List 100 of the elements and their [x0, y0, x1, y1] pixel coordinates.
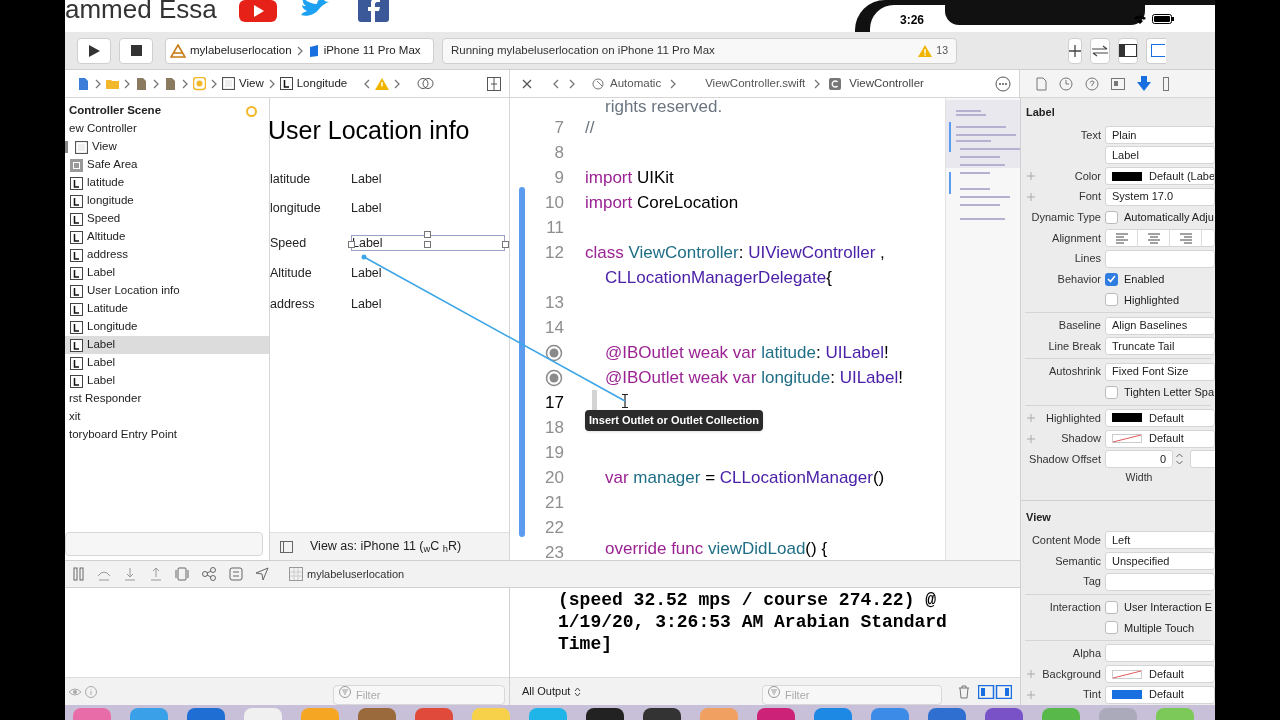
chevron-right-icon[interactable]: [393, 77, 402, 90]
filter-field[interactable]: [65, 532, 263, 556]
outline-item[interactable]: User Location info: [65, 282, 269, 300]
location-arrow-icon[interactable]: [255, 567, 269, 581]
device-frame-icon[interactable]: [280, 540, 293, 553]
pause-icon[interactable]: [73, 567, 85, 581]
color-dropdown[interactable]: Default: [1105, 685, 1215, 704]
file-icon[interactable]: [77, 76, 90, 91]
identity-icon[interactable]: [1111, 77, 1125, 90]
outline-item[interactable]: Safe Area: [65, 156, 269, 174]
checkbox[interactable]: User Interaction E: [1105, 598, 1215, 616]
dropdown[interactable]: Fixed Font Size: [1105, 362, 1215, 381]
environment-icon[interactable]: [229, 567, 243, 581]
symbol-name[interactable]: ViewController: [849, 74, 924, 93]
number-field[interactable]: [1190, 450, 1215, 469]
color-dropdown[interactable]: Default: [1105, 408, 1215, 427]
outlet-circle-icon[interactable]: [545, 343, 563, 362]
color-dropdown[interactable]: Default: [1105, 665, 1215, 684]
value-label[interactable]: Label: [351, 198, 382, 218]
input-field[interactable]: [1105, 644, 1215, 663]
input-field[interactable]: Label: [1105, 146, 1215, 165]
dropdown[interactable]: Left: [1105, 531, 1215, 550]
step-in-icon[interactable]: [123, 567, 137, 581]
info-icon[interactable]: [85, 685, 97, 698]
close-icon[interactable]: [522, 78, 532, 89]
linked-circles-icon[interactable]: [592, 76, 606, 91]
checkbox[interactable]: Automatically Adju: [1105, 209, 1215, 226]
outline-item[interactable]: View: [65, 138, 269, 156]
align-center-icon[interactable]: [1146, 231, 1161, 245]
outline-item[interactable]: Longitude: [65, 318, 269, 336]
value-label[interactable]: Label: [351, 263, 382, 283]
ruler-icon[interactable]: [1163, 76, 1169, 91]
more-icon[interactable]: [995, 75, 1011, 92]
output-selector[interactable]: All Output: [522, 683, 582, 700]
memory-graph-icon[interactable]: [201, 567, 217, 581]
outline-item[interactable]: Label: [65, 354, 269, 372]
view-hierarchy-icon[interactable]: [175, 567, 189, 581]
outline-item[interactable]: Altitude: [65, 228, 269, 246]
back-icon[interactable]: [552, 77, 560, 90]
outline-item[interactable]: latitude: [65, 174, 269, 192]
resize-handle[interactable]: [348, 241, 355, 248]
input-field[interactable]: System 17.0: [1105, 187, 1215, 206]
overlap-circles-icon[interactable]: [417, 77, 436, 90]
input-field[interactable]: [1105, 249, 1215, 268]
path-item[interactable]: View: [239, 74, 264, 93]
editor-mode[interactable]: Automatic: [610, 74, 662, 93]
file-inspector-icon[interactable]: [1036, 76, 1047, 91]
device-name[interactable]: iPhone 11 Pro Max: [323, 41, 421, 60]
value-label[interactable]: Label: [351, 169, 382, 189]
forward-icon[interactable]: [568, 77, 576, 90]
scheme-name[interactable]: mylabeluserlocation: [190, 41, 292, 60]
outline-item[interactable]: Speed: [65, 210, 269, 228]
outline-item[interactable]: xit: [65, 408, 269, 426]
attributes-icon[interactable]: [1137, 75, 1151, 92]
filter-field[interactable]: Filter: [333, 684, 505, 705]
dropdown[interactable]: Align Baselines: [1105, 316, 1215, 335]
align-left-icon[interactable]: [1114, 231, 1129, 245]
outline-item[interactable]: toryboard Entry Point: [65, 426, 269, 444]
dropdown[interactable]: Plain: [1105, 125, 1215, 144]
outline-item[interactable]: ew Controller: [65, 120, 269, 138]
outline-item[interactable]: rst Responder: [65, 390, 269, 408]
trash-icon[interactable]: [958, 684, 970, 699]
step-out-icon[interactable]: [149, 567, 163, 581]
dropdown[interactable]: Unspecified: [1105, 551, 1215, 570]
resize-handle[interactable]: [502, 241, 509, 248]
number-field[interactable]: 0: [1105, 450, 1173, 469]
outline-item[interactable]: address: [65, 246, 269, 264]
warning-icon[interactable]: [375, 77, 390, 90]
input-field[interactable]: [1105, 572, 1215, 591]
eye-icon[interactable]: [69, 685, 81, 698]
filter-field[interactable]: Filter: [762, 684, 942, 705]
help-icon[interactable]: [1085, 76, 1099, 91]
dropdown[interactable]: Truncate Tail: [1105, 337, 1215, 356]
outline-item[interactable]: Controller Scene: [65, 102, 269, 120]
outline-item[interactable]: Label: [65, 336, 269, 354]
color-dropdown[interactable]: Default (Labe: [1105, 167, 1215, 186]
outline-item[interactable]: Latitude: [65, 300, 269, 318]
align-right-icon[interactable]: [1178, 231, 1193, 245]
split-view-icon[interactable]: [978, 684, 1012, 699]
panel-toggle-button[interactable]: [1146, 37, 1166, 64]
checkbox[interactable]: Multiple Touch: [1105, 619, 1215, 637]
outline-item[interactable]: Label: [65, 372, 269, 390]
outline-item[interactable]: longitude: [65, 192, 269, 210]
document-icon[interactable]: [135, 76, 148, 91]
color-dropdown[interactable]: Default: [1105, 429, 1215, 448]
checkbox[interactable]: Enabled: [1105, 271, 1215, 288]
checkbox[interactable]: Highlighted: [1105, 291, 1215, 309]
document-icon[interactable]: [164, 76, 177, 91]
scene-icon[interactable]: [193, 76, 206, 91]
run-button[interactable]: [77, 37, 111, 64]
path-item[interactable]: Longitude: [296, 74, 348, 93]
add-editor-icon[interactable]: [487, 76, 501, 91]
outlet-circle-icon[interactable]: [545, 368, 563, 387]
warning-count[interactable]: 13: [936, 42, 948, 59]
swap-button[interactable]: [1090, 37, 1110, 64]
stop-button[interactable]: [119, 37, 153, 64]
file-name[interactable]: ViewController.swift: [705, 74, 806, 93]
add-button[interactable]: [1068, 37, 1082, 64]
process-name[interactable]: mylabeluserlocation: [307, 565, 405, 583]
checkbox[interactable]: Tighten Letter Spa: [1105, 384, 1215, 401]
